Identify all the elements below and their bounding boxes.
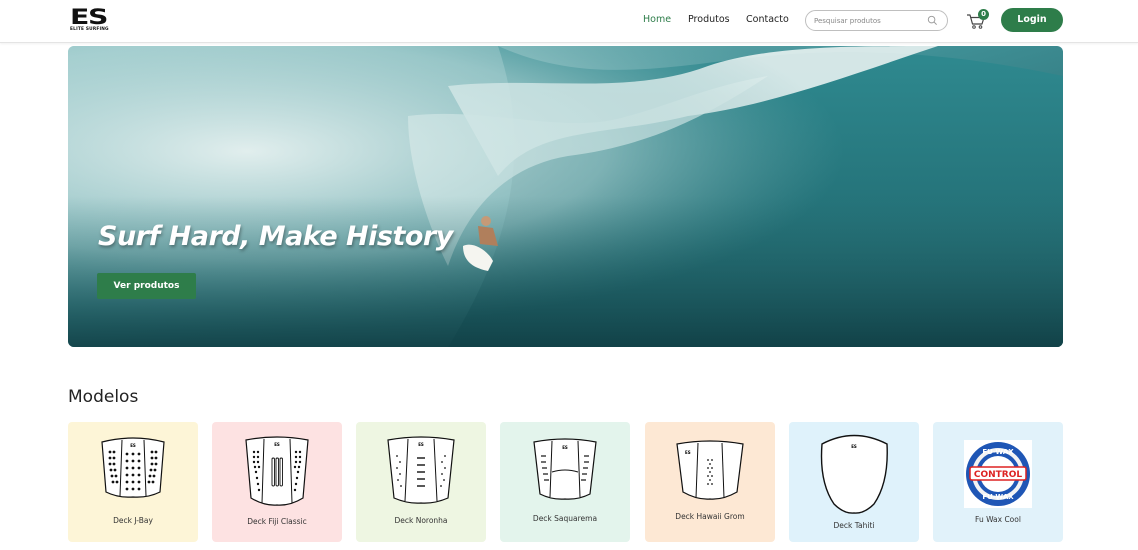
model-label: Deck Fiji Classic	[247, 517, 307, 526]
svg-text:ES: ES	[130, 443, 136, 448]
model-label: Deck Noronha	[394, 516, 448, 525]
models-title: Modelos	[68, 387, 139, 407]
nav-home[interactable]: Home	[643, 14, 671, 25]
site-logo[interactable]: ES ELITE SURFING	[70, 7, 118, 33]
deck-saquarema-image: ES	[533, 438, 597, 500]
ver-produtos-button[interactable]: Ver produtos	[97, 273, 196, 299]
svg-text:ES: ES	[851, 444, 857, 449]
hero-banner: Surf Hard, Make History Ver produtos	[68, 46, 1063, 347]
search-box	[805, 10, 948, 31]
model-card-fu-wax-cool[interactable]: CONTROL FU-WAX FU-WAX Fu Wax Cool	[933, 422, 1063, 542]
search-icon[interactable]	[927, 15, 938, 26]
deck-hawaii-grom-image: ES	[676, 440, 744, 500]
model-card-deck-fiji-classic[interactable]: ES Deck Fiji Classic	[212, 422, 342, 542]
svg-text:FU-WAX: FU-WAX	[982, 448, 1014, 456]
model-label: Fu Wax Cool	[975, 515, 1021, 524]
model-label: Deck Saquarema	[532, 514, 598, 523]
model-label: Deck Hawaii Grom	[675, 512, 745, 521]
svg-text:CONTROL: CONTROL	[974, 470, 1023, 480]
model-card-deck-tahiti[interactable]: ES Deck Tahiti	[789, 422, 919, 542]
model-card-deck-noronha[interactable]: ES Deck Noronha	[356, 422, 486, 542]
hero-title: Surf Hard, Make History	[98, 221, 453, 252]
svg-text:ES: ES	[418, 442, 424, 447]
model-card-deck-saquarema[interactable]: ES Deck Saquarema	[500, 422, 630, 542]
svg-text:ES: ES	[562, 445, 568, 450]
cart-count-badge: 0	[978, 9, 989, 20]
svg-text:ES: ES	[274, 442, 280, 447]
model-card-deck-j-bay[interactable]: ES Deck J-Bay	[68, 422, 198, 542]
model-card-deck-hawaii-grom[interactable]: ES Deck Hawaii Grom	[645, 422, 775, 542]
search-input[interactable]	[814, 14, 924, 27]
nav-contacto[interactable]: Contacto	[746, 14, 789, 25]
model-label: Deck J-Bay	[113, 516, 153, 525]
login-button[interactable]: Login	[1001, 8, 1063, 32]
nav-produtos[interactable]: Produtos	[688, 14, 730, 25]
svg-text:FU-WAX: FU-WAX	[982, 493, 1014, 501]
site-header: ES ELITE SURFING Home Produtos Contacto …	[0, 0, 1138, 43]
hero-wave-image	[68, 46, 1063, 347]
svg-text:ES: ES	[685, 450, 691, 455]
fu-wax-cool-image: CONTROL FU-WAX FU-WAX	[964, 440, 1032, 508]
logo-mark: ES	[70, 5, 108, 29]
model-label: Deck Tahiti	[833, 521, 875, 530]
